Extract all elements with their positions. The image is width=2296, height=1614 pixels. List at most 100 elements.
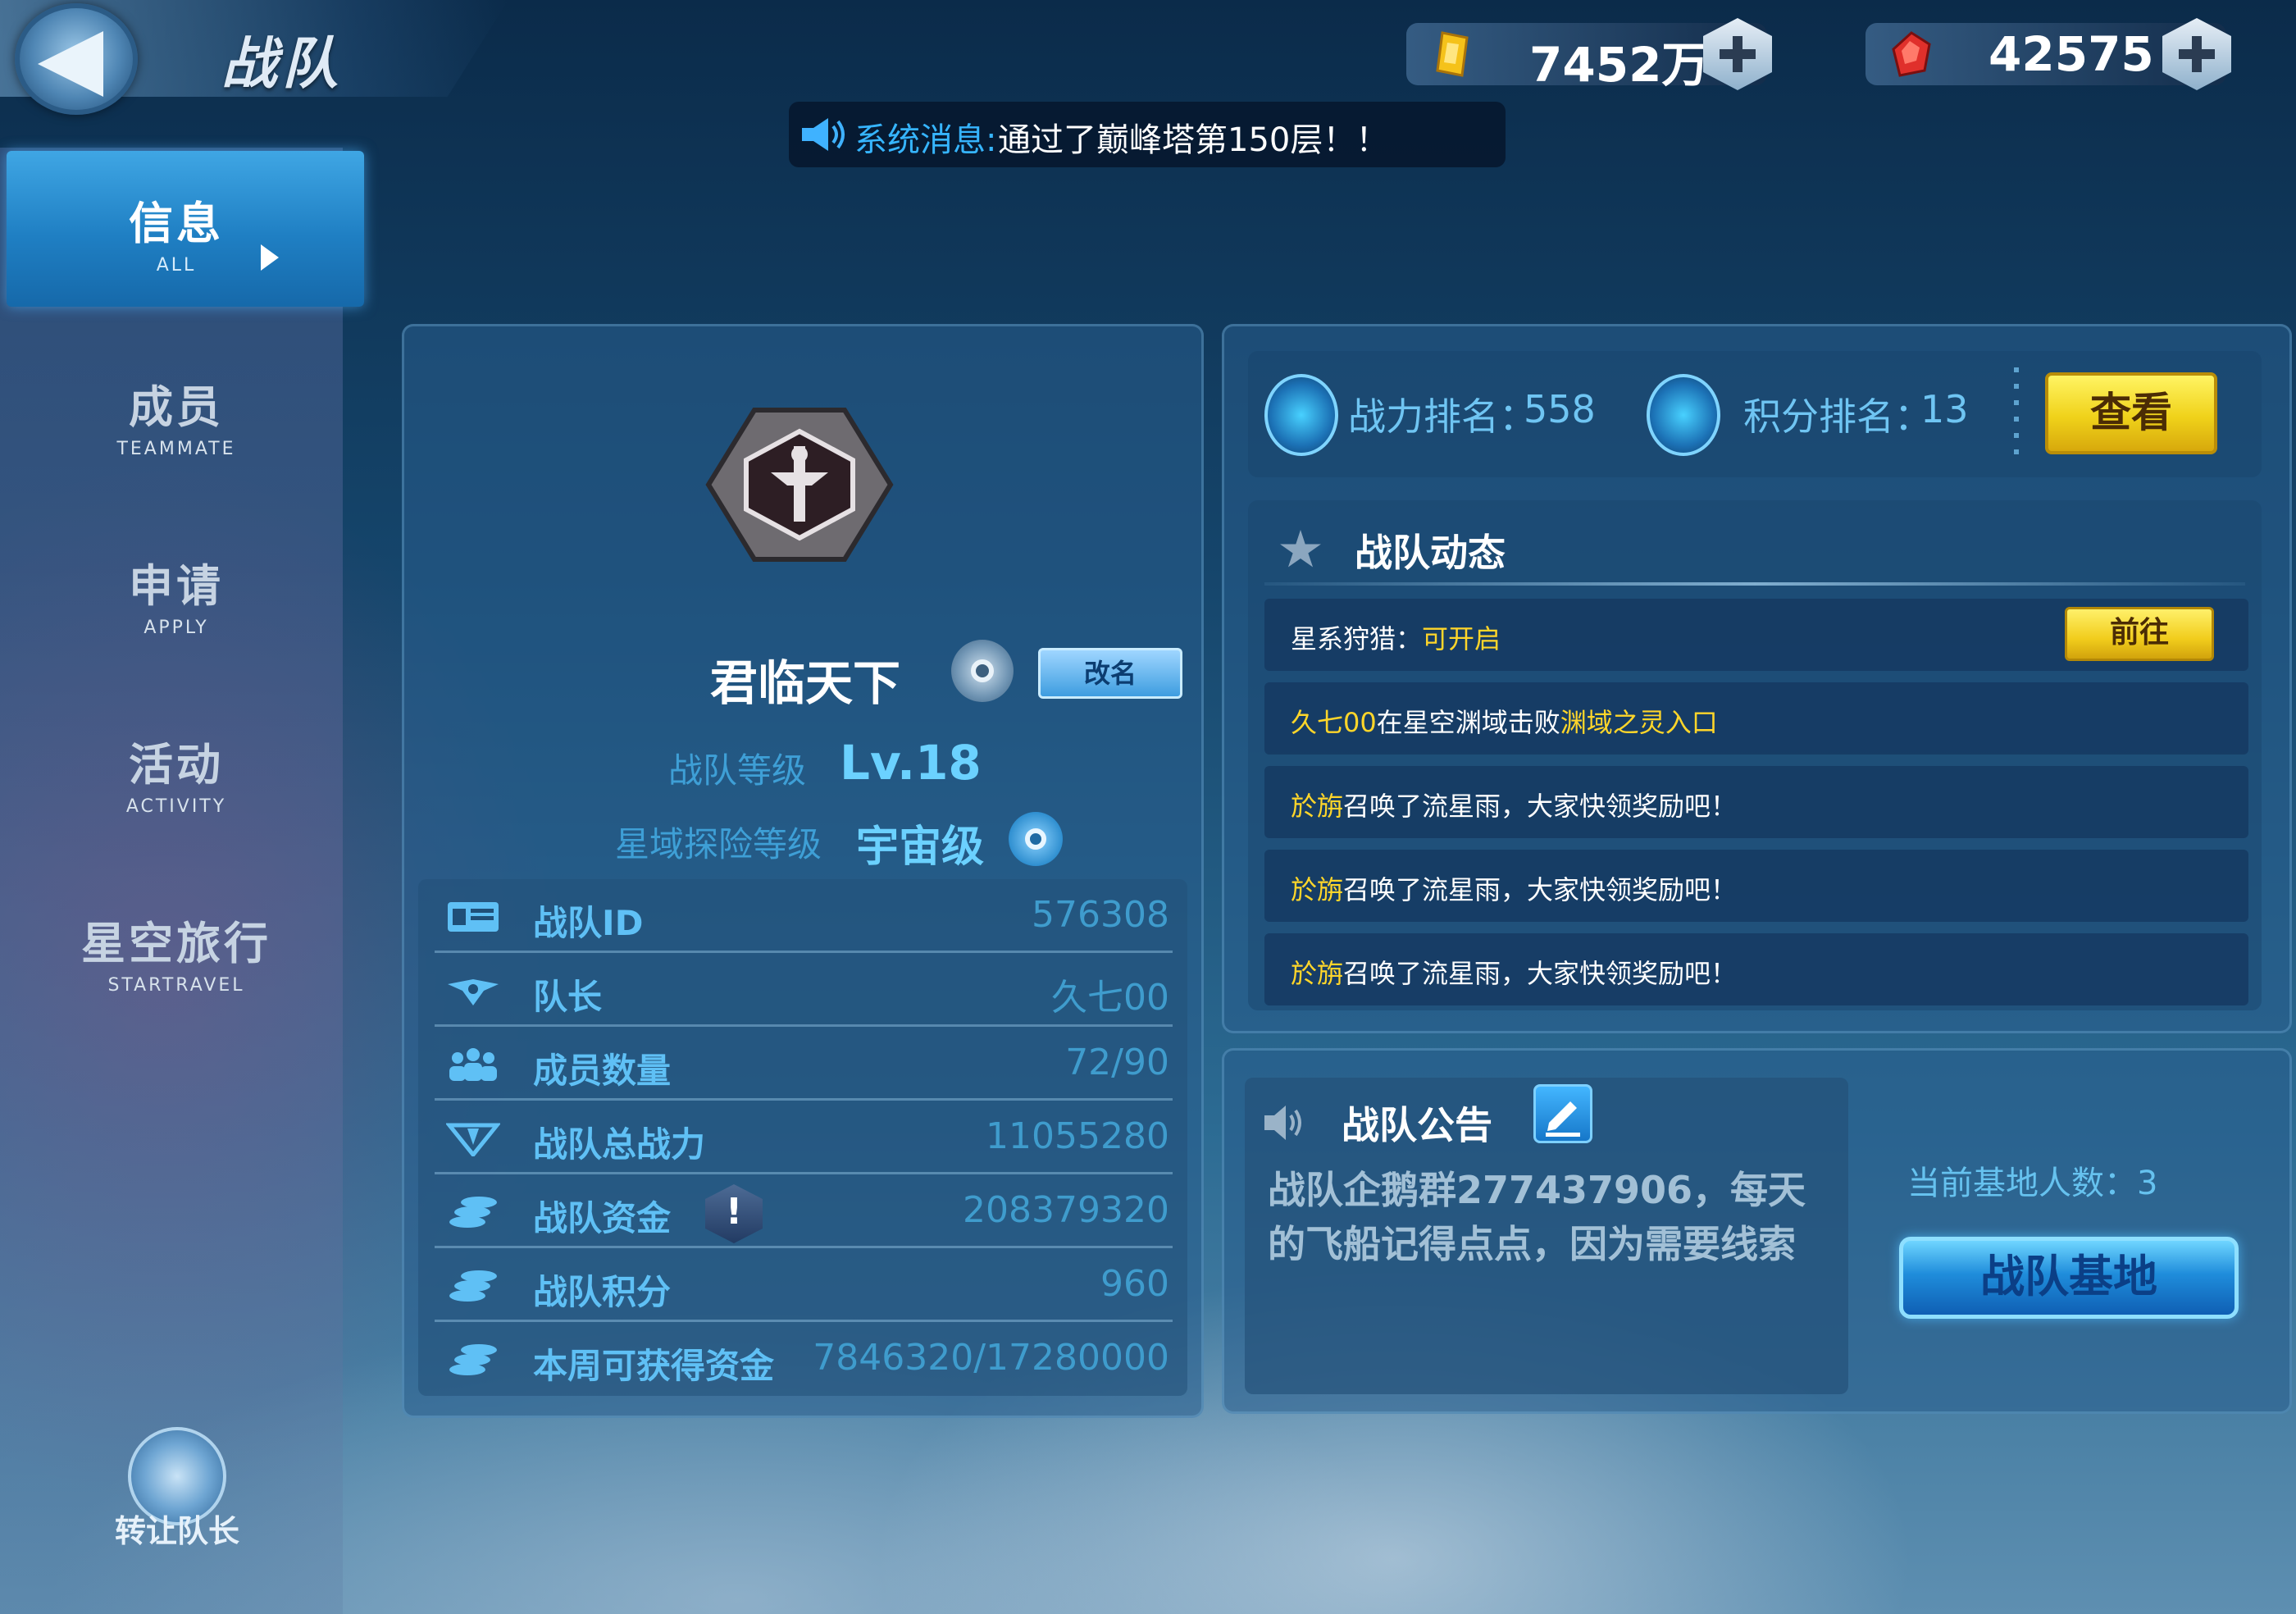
notice-text: 战队企鹅群277437906，每天的飞船记得点点，因为需要线索 — [1268, 1168, 1806, 1266]
dynamic-message: 久七00在星空渊域击败渊域之灵入口 — [1291, 702, 1718, 740]
location-name: 渊域之灵入口 — [1560, 707, 1718, 738]
edit-notice-button[interactable] — [1533, 1084, 1592, 1143]
team-dynamics-title: 战队动态 — [1355, 531, 1506, 575]
megaphone-icon — [802, 118, 845, 151]
coins-stack-icon — [449, 1197, 497, 1228]
sidebar-item-info[interactable]: 信息 ALL — [0, 187, 353, 276]
team-stats-list: 战队ID 576308 队长 久七00 成员数量 72/90 战队总战力 110… — [418, 879, 1187, 1396]
power-rank-icon — [1264, 374, 1338, 456]
coins-stack-icon — [449, 1270, 497, 1302]
red-gem-icon — [1892, 31, 1931, 77]
members-icon — [449, 1048, 497, 1081]
system-message-label: 系统消息: — [854, 121, 997, 159]
power-rank-label: 战力排名： — [1348, 394, 1537, 439]
sidebar-item-label: 申请 — [129, 560, 224, 612]
divider — [1264, 582, 2245, 586]
player-name: 於旃 — [1291, 958, 1344, 989]
stat-row-total-power: 战队总战力 11055280 — [435, 1101, 1173, 1174]
galaxy-hunt-row: 星系狩猎：可开启 前往 — [1264, 599, 2248, 671]
explore-level-button[interactable] — [1009, 812, 1063, 866]
edit-pencil-icon — [1546, 1101, 1580, 1137]
sidebar-item-apply[interactable]: 申请 APPLY — [0, 549, 353, 638]
sidebar-item-label: 成员 — [129, 381, 224, 433]
explore-level-value: 宇宙级 — [856, 823, 985, 872]
dynamic-message: 於旃召唤了流星雨，大家快领奖励吧！ — [1291, 953, 1737, 991]
sidebar — [0, 148, 343, 1614]
sidebar-item-label: 信息 — [129, 198, 224, 249]
sidebar-item-sublabel: STARTRAVEL — [107, 975, 245, 996]
team-emblem-icon — [705, 408, 894, 562]
system-message-bar: 系统消息: 通过了巅峰塔第150层！！ — [789, 102, 1506, 167]
gold-amount: 7452万 — [1529, 37, 1710, 93]
power-rank-value: 558 — [1524, 387, 1596, 431]
captain-wings-icon — [448, 979, 499, 1005]
sidebar-item-sublabel: ALL — [156, 255, 197, 276]
stat-value: 960 — [1100, 1263, 1169, 1305]
dynamic-message: 於旃召唤了流星雨，大家快领奖励吧！ — [1291, 869, 1737, 907]
team-base-button[interactable]: 战队基地 — [1899, 1237, 2239, 1319]
galaxy-hunt-status: 可开启 — [1422, 623, 1501, 654]
add-gem-button[interactable] — [2162, 18, 2231, 90]
team-settings-button[interactable] — [951, 640, 1014, 702]
base-population: 当前基地人数：3 — [1907, 1156, 2157, 1204]
back-arrow-icon — [38, 31, 103, 97]
stat-row-members: 成员数量 72/90 — [435, 1027, 1173, 1101]
funds-info-button[interactable]: ! — [705, 1184, 763, 1243]
transfer-captain-label: 转让队长 — [114, 1513, 239, 1549]
gem-amount: 42575 — [1988, 26, 2154, 82]
id-card-icon — [448, 902, 499, 932]
stat-label: 本周可获得资金 — [533, 1346, 775, 1386]
team-level-label: 战队等级 — [668, 750, 807, 791]
exclamation-icon: ! — [725, 1191, 743, 1233]
back-button[interactable] — [15, 3, 138, 115]
list-item: 於旃召唤了流星雨，大家快领奖励吧！ — [1264, 766, 2248, 838]
system-message-text: 通过了巅峰塔第150层！！ — [998, 121, 1389, 159]
stat-value: 576308 — [1032, 894, 1169, 936]
stat-value: 208379320 — [963, 1189, 1169, 1231]
dynamic-message: 於旃召唤了流星雨，大家快领奖励吧！ — [1291, 786, 1737, 823]
score-rank-star-icon — [1647, 374, 1720, 456]
view-ranking-button[interactable]: 查看 — [2045, 372, 2217, 454]
list-item: 於旃召唤了流星雨，大家快领奖励吧！ — [1264, 933, 2248, 1005]
divider-dots — [2014, 367, 2019, 466]
stat-label: 战队ID — [533, 903, 644, 943]
message-text: 在星空渊域击败 — [1376, 707, 1560, 738]
stat-label: 队长 — [533, 977, 603, 1017]
galaxy-hunt-label: 星系狩猎： — [1291, 623, 1423, 654]
list-item: 於旃召唤了流星雨，大家快领奖励吧！ — [1264, 850, 2248, 922]
score-rank-value: 13 — [1920, 387, 1969, 431]
message-text: 召唤了流星雨，大家快领奖励吧！ — [1343, 958, 1738, 989]
page-title: 战队 — [221, 32, 344, 97]
sidebar-item-activity[interactable]: 活动 ACTIVITY — [0, 728, 353, 817]
score-rank-label: 积分排名： — [1743, 394, 1932, 439]
player-name: 於旃 — [1291, 791, 1344, 822]
transfer-captain-button[interactable]: 转让队长 — [105, 1427, 249, 1551]
stat-label: 战队资金 — [533, 1198, 672, 1238]
sidebar-item-sublabel: ACTIVITY — [125, 796, 227, 817]
add-gold-button[interactable] — [1703, 18, 1772, 90]
go-button[interactable]: 前往 — [2065, 607, 2214, 661]
notice-title: 战队公告 — [1342, 1103, 1492, 1147]
message-text: 召唤了流星雨，大家快领奖励吧！ — [1343, 791, 1738, 822]
stat-row-weekly-funds: 本周可获得资金 7846320/17280000 — [435, 1322, 1173, 1396]
stat-row-team-id: 战队ID 576308 — [435, 879, 1173, 953]
explore-level-label: 星域探险等级 — [615, 824, 822, 864]
base-count-label: 当前基地人数： — [1907, 1165, 2137, 1202]
team-level-value: Lv.18 — [840, 735, 982, 791]
message-text: 召唤了流星雨，大家快领奖励吧！ — [1343, 874, 1738, 905]
power-icon — [446, 1123, 500, 1156]
rename-button[interactable]: 改名 — [1038, 648, 1182, 699]
speaker-icon — [1264, 1106, 1301, 1140]
stat-label: 战队总战力 — [533, 1124, 706, 1165]
sidebar-item-teammate[interactable]: 成员 TEAMMATE — [0, 371, 353, 459]
stat-value: 72/90 — [1065, 1042, 1169, 1083]
coins-stack-icon — [449, 1344, 497, 1375]
gold-coin-icon — [1436, 31, 1469, 77]
sidebar-item-sublabel: APPLY — [144, 618, 209, 638]
stat-label: 战队积分 — [533, 1272, 672, 1312]
team-name: 君临天下 — [710, 655, 901, 711]
galaxy-hunt-text: 星系狩猎：可开启 — [1291, 618, 1501, 656]
sidebar-item-startravel[interactable]: 星空旅行 STARTRAVEL — [0, 907, 353, 996]
star-icon — [1280, 530, 1321, 568]
notice-box: 战队公告 战队企鹅群277437906，每天的飞船记得点点，因为需要线索 — [1245, 1078, 1848, 1394]
